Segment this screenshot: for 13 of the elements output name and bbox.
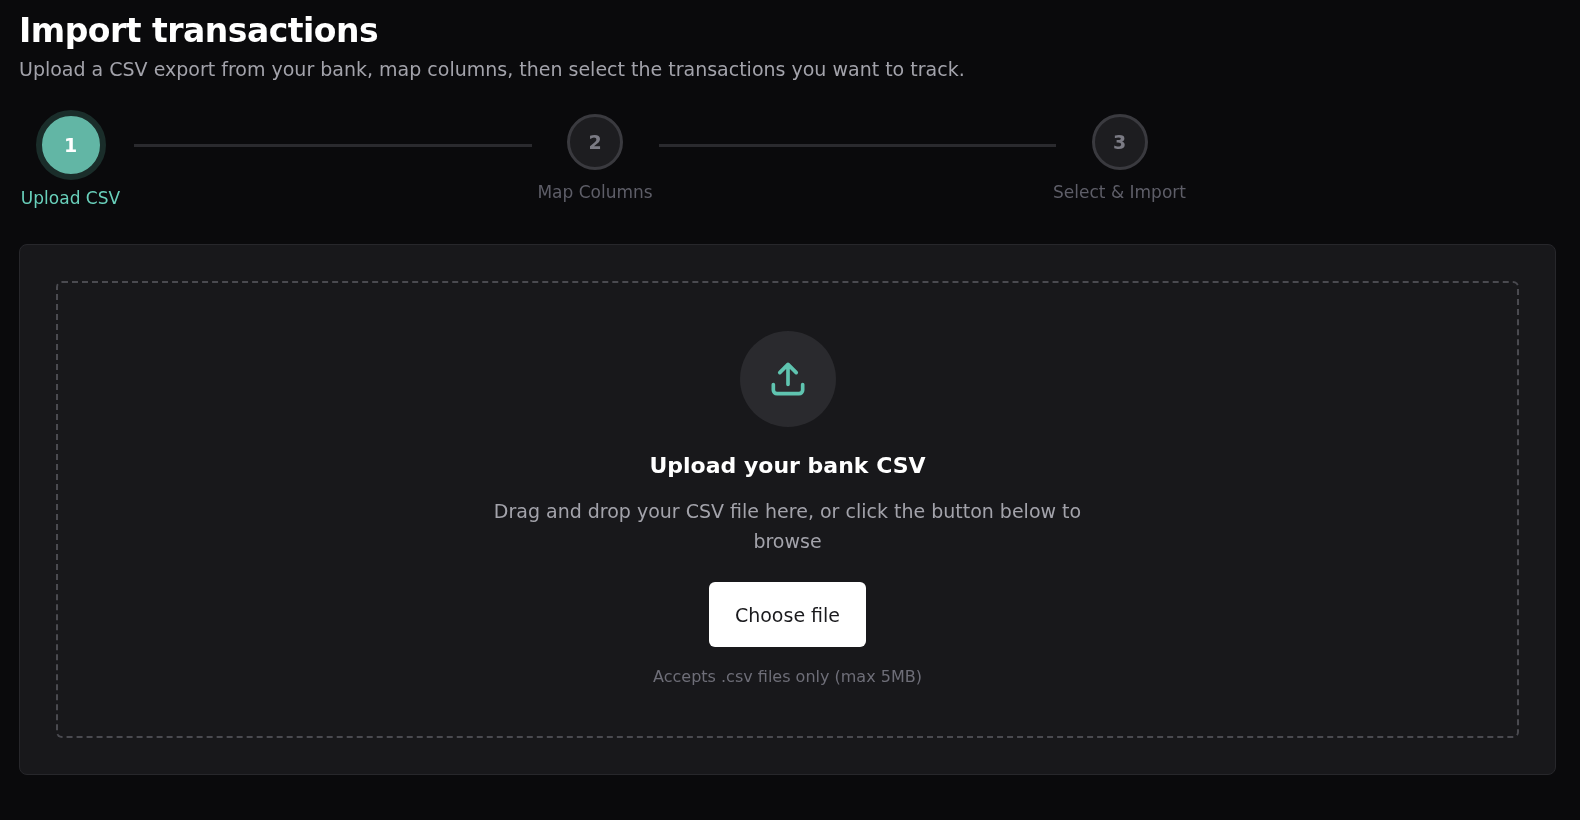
- step-circle[interactable]: 2: [567, 114, 623, 170]
- step-circle[interactable]: 3: [1091, 114, 1148, 170]
- step-label: Select & Import: [1053, 182, 1186, 202]
- step-label: Map Columns: [537, 182, 653, 202]
- file-hint: Accepts .csv files only (max 5MB): [653, 667, 922, 686]
- step-circle[interactable]: 1: [35, 110, 106, 180]
- step-label: Upload CSV: [20, 188, 121, 208]
- page-title: Import transactions: [19, 10, 380, 52]
- drop-zone[interactable]: Upload your bank CSV Drag and drop your CSV file here, or click the button below to browse Choose file Accepts .csv files only (max 5MB): [56, 281, 1519, 738]
- page-subtitle: Upload a CSV export from your bank, map columns, then select the transactions you want to track.: [19, 58, 966, 80]
- dropzone-title: Upload your bank CSV: [649, 453, 926, 478]
- choose-file-button[interactable]: Choose file: [708, 582, 867, 647]
- dropzone-description: Drag and drop your CSV file here, or click the button below to browse: [492, 499, 1083, 554]
